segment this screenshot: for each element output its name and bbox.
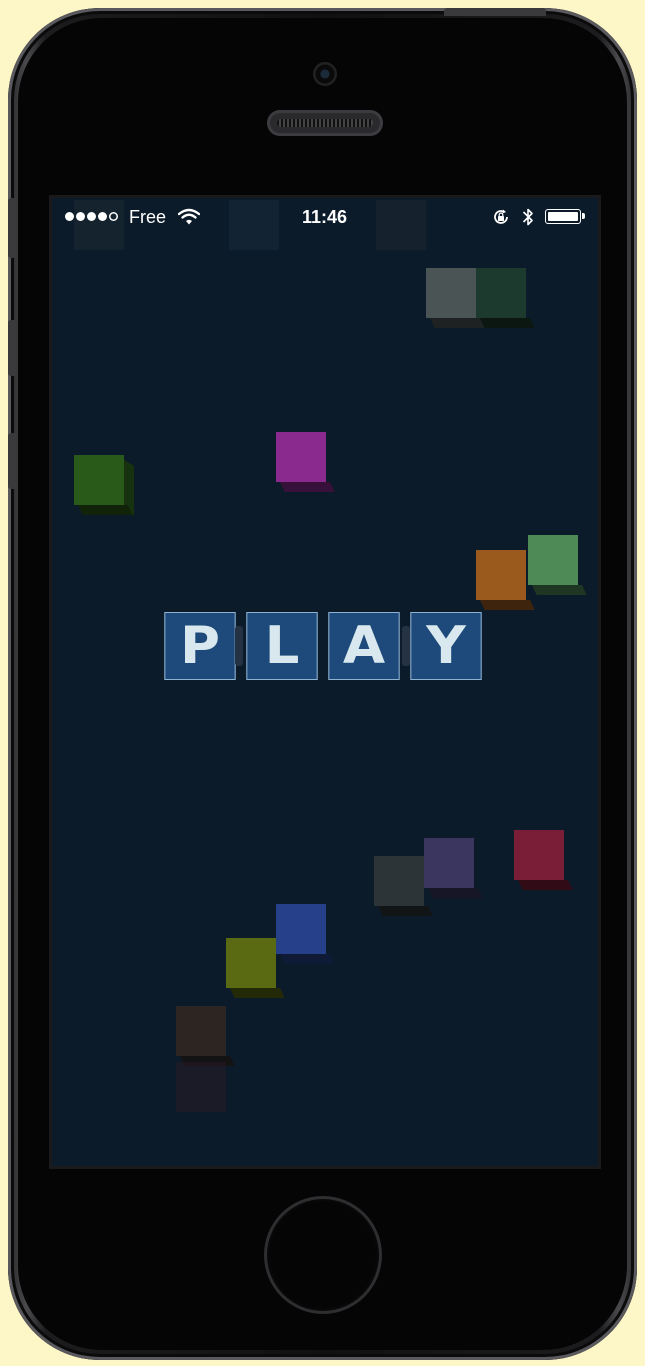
play-tile-gap bbox=[235, 626, 243, 666]
volume-down-button bbox=[8, 433, 16, 489]
cube-dark-green bbox=[476, 268, 535, 328]
rotation-lock-icon bbox=[494, 209, 508, 224]
cube-purple bbox=[424, 838, 483, 898]
cube-light-green bbox=[528, 535, 587, 595]
battery-icon bbox=[545, 209, 585, 224]
home-button[interactable] bbox=[267, 1199, 379, 1311]
cube-orange bbox=[476, 550, 535, 610]
cube-green bbox=[74, 455, 134, 516]
play-button[interactable]: P L A Y bbox=[164, 612, 482, 680]
status-bar: Free 11:46 bbox=[52, 198, 598, 238]
status-time: 11:46 bbox=[302, 207, 348, 227]
cube-brown bbox=[176, 1006, 235, 1066]
cube-grey bbox=[426, 268, 485, 328]
game-screen[interactable]: P L A Y Free 11:46 bbox=[52, 198, 598, 1166]
play-letter-l[interactable]: L bbox=[246, 612, 318, 680]
cube-magenta bbox=[276, 432, 335, 492]
bluetooth-icon bbox=[522, 208, 533, 226]
volume-up-button bbox=[8, 320, 16, 376]
cube-maroon bbox=[176, 1062, 226, 1112]
play-letter-y[interactable]: Y bbox=[410, 612, 482, 680]
carrier-name: Free bbox=[129, 207, 167, 227]
cube-olive bbox=[226, 938, 285, 998]
play-letter-a[interactable]: A bbox=[328, 612, 400, 680]
power-button bbox=[444, 8, 546, 16]
earpiece-speaker bbox=[267, 110, 383, 136]
cube-blue bbox=[276, 904, 335, 964]
wifi-icon bbox=[178, 208, 200, 225]
mute-switch bbox=[8, 198, 16, 258]
cube-crimson bbox=[514, 830, 573, 890]
signal-strength-icon bbox=[65, 212, 118, 221]
front-camera bbox=[313, 62, 337, 86]
play-letter-p[interactable]: P bbox=[164, 612, 236, 680]
cube-charcoal bbox=[374, 856, 433, 916]
play-tile-gap bbox=[402, 626, 410, 666]
